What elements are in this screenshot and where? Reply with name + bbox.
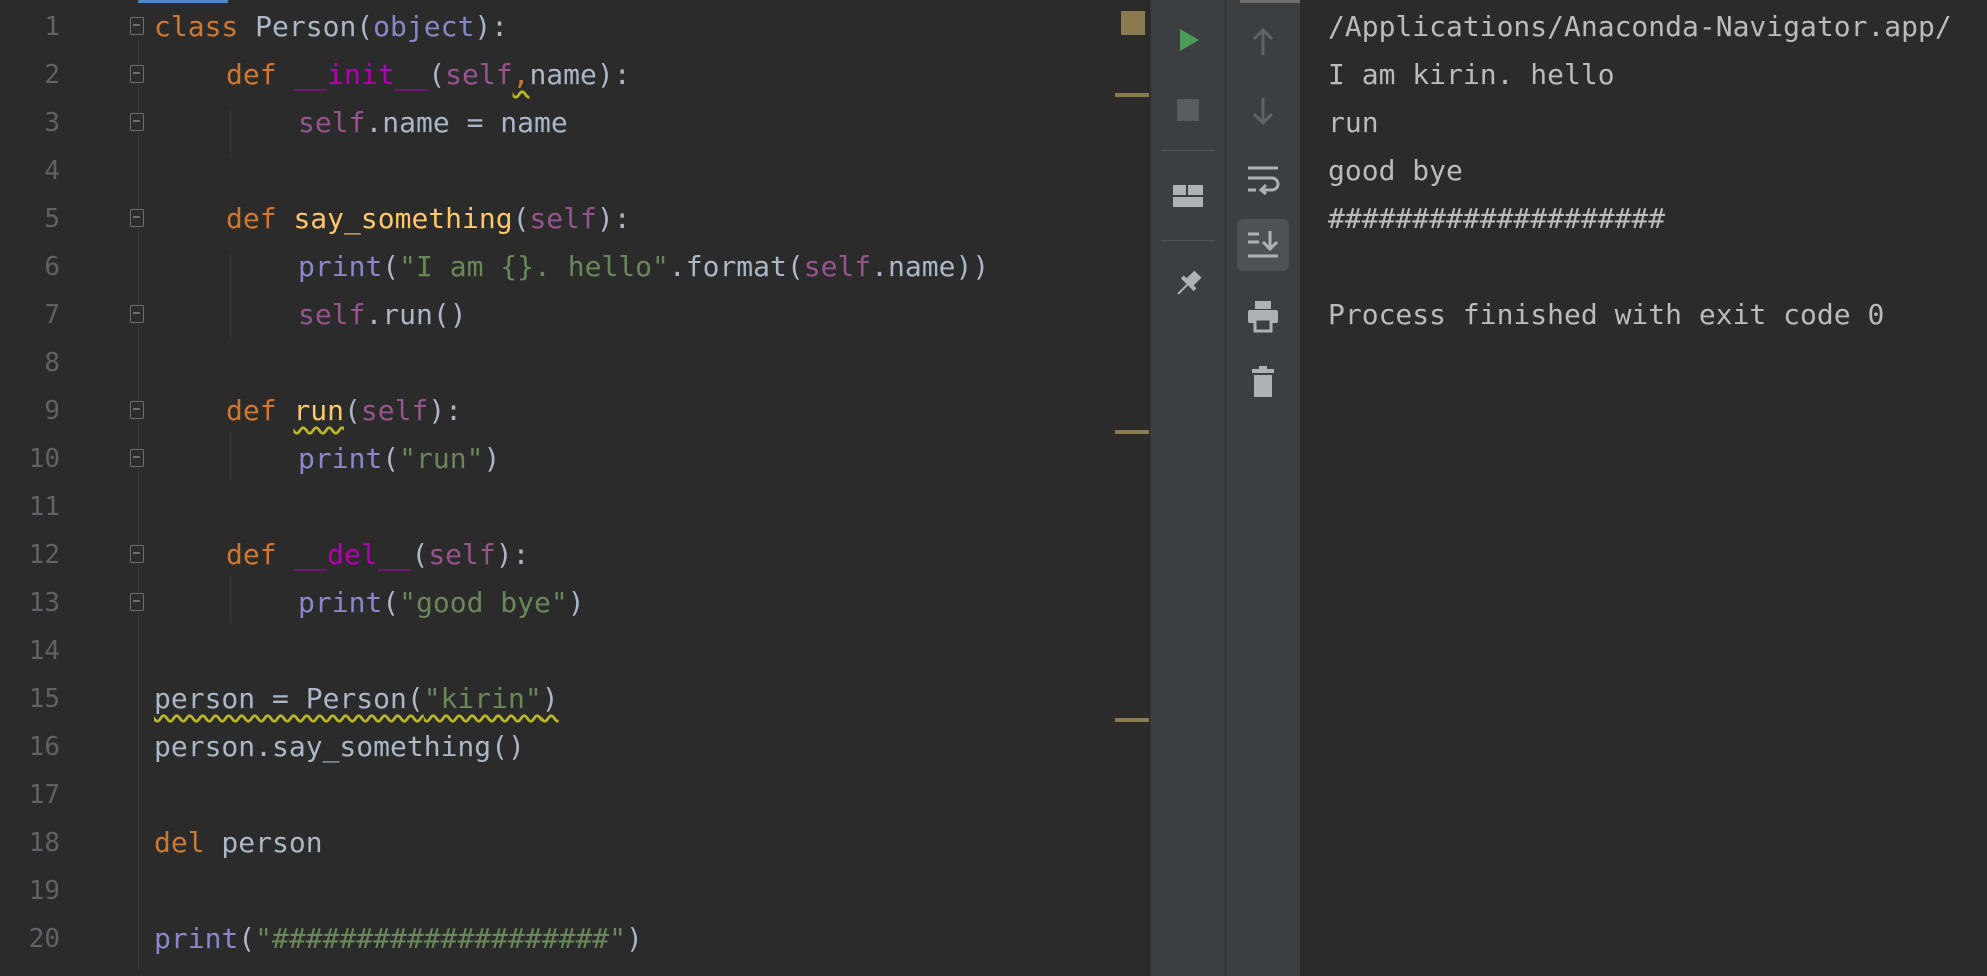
down-arrow-icon [1252, 98, 1274, 126]
code-line[interactable]: 13 print("good bye") [0, 579, 1150, 627]
previous-occurrence-button[interactable] [1237, 16, 1289, 68]
scroll-to-end-button[interactable] [1237, 219, 1289, 271]
code-line[interactable]: 1 class Person(object): [0, 3, 1150, 51]
print-button[interactable] [1237, 290, 1289, 342]
line-number: 4 [44, 156, 60, 186]
console-line: #################### [1328, 202, 1666, 235]
line-number: 14 [28, 636, 60, 666]
fold-end-icon[interactable] [130, 449, 144, 467]
code-line[interactable]: 10 print("run") [0, 435, 1150, 483]
code-line[interactable]: 11 [0, 483, 1150, 531]
code-line[interactable]: 5 def say_something(self): [0, 195, 1150, 243]
run-toolbar-secondary [1225, 0, 1300, 976]
line-number: 16 [28, 732, 60, 762]
code-line[interactable]: 7 self.run() [0, 291, 1150, 339]
line-number: 2 [44, 60, 60, 90]
line-number: 19 [28, 876, 60, 906]
fold-icon[interactable] [130, 65, 144, 83]
code-line[interactable]: 17 [0, 771, 1150, 819]
code-text: print("I am {}. hello".format(self.name)… [298, 250, 990, 283]
warning-marker[interactable] [1115, 718, 1149, 722]
code-text: def run(self): [226, 394, 463, 427]
code-text: def __del__(self): [226, 538, 530, 571]
console-line: I am kirin. hello [1328, 58, 1615, 91]
line-number: 10 [28, 444, 60, 474]
code-text: print("run") [298, 442, 501, 475]
stop-button[interactable] [1162, 84, 1214, 136]
layout-button[interactable] [1162, 170, 1214, 222]
line-number: 11 [28, 492, 60, 522]
fold-icon[interactable] [130, 401, 144, 419]
pin-icon [1177, 270, 1202, 295]
code-text: self.name = name [298, 106, 568, 139]
code-text: class Person(object): [154, 10, 509, 43]
fold-icon[interactable] [130, 209, 144, 227]
console-line: run [1328, 106, 1379, 139]
line-number: 12 [28, 540, 60, 570]
clear-all-button[interactable] [1237, 356, 1289, 408]
line-number: 6 [44, 252, 60, 282]
code-text: person = Person("kirin") [154, 682, 559, 715]
code-text: del person [154, 826, 323, 859]
toolbar-separator [1161, 150, 1215, 151]
fold-end-icon[interactable] [130, 593, 144, 611]
code-text: print("####################") [154, 922, 643, 955]
code-line[interactable]: 9 def run(self): [0, 387, 1150, 435]
scroll-to-end-icon [1248, 231, 1279, 258]
run-toolbar-primary [1150, 0, 1225, 976]
layout-icon [1173, 185, 1203, 207]
code-text: person.say_something() [154, 730, 525, 763]
code-line[interactable]: 19 [0, 867, 1150, 915]
console-line: good bye [1328, 154, 1463, 187]
console-line: /Applications/Anaconda-Navigator.app/ [1328, 10, 1952, 43]
warning-marker[interactable] [1115, 430, 1149, 434]
print-icon [1248, 301, 1278, 333]
line-number: 3 [44, 108, 60, 138]
up-arrow-icon [1252, 27, 1274, 55]
code-line[interactable]: 8 [0, 339, 1150, 387]
line-number: 20 [28, 924, 60, 954]
line-number: 15 [28, 684, 60, 714]
warning-marker[interactable] [1115, 93, 1149, 97]
console-output[interactable]: /Applications/Anaconda-Navigator.app/ I … [1300, 0, 1987, 976]
console-line: Process finished with exit code 0 [1328, 298, 1885, 331]
toolbar-separator [1161, 240, 1215, 241]
fold-end-icon[interactable] [130, 113, 144, 131]
run-icon [1180, 29, 1199, 51]
stop-icon [1177, 99, 1199, 121]
code-line[interactable]: 6 print("I am {}. hello".format(self.nam… [0, 243, 1150, 291]
line-number: 5 [44, 204, 60, 234]
code-editor[interactable]: 1 class Person(object): 2 def __init__(s… [0, 0, 1150, 976]
inspection-status-icon[interactable] [1121, 11, 1145, 35]
line-number: 9 [44, 396, 60, 426]
code-text: print("good bye") [298, 586, 585, 619]
fold-icon[interactable] [130, 17, 144, 35]
code-text: self.run() [298, 298, 467, 331]
soft-wrap-button[interactable] [1237, 153, 1289, 205]
fold-end-icon[interactable] [130, 305, 144, 323]
line-number: 18 [28, 828, 60, 858]
fold-icon[interactable] [130, 545, 144, 563]
soft-wrap-icon [1248, 166, 1280, 195]
next-occurrence-button[interactable] [1237, 85, 1289, 137]
rerun-button[interactable] [1162, 14, 1214, 66]
code-line[interactable]: 15 person = Person("kirin") [0, 675, 1150, 723]
line-number: 7 [44, 300, 60, 330]
line-number: 13 [28, 588, 60, 618]
line-number: 1 [44, 12, 60, 42]
code-line[interactable]: 14 [0, 627, 1150, 675]
pin-tab-button[interactable] [1162, 258, 1214, 310]
code-line[interactable]: 20 print("####################") [0, 915, 1150, 963]
code-text: def __init__(self,name): [226, 58, 631, 91]
code-line[interactable]: 16 person.say_something() [0, 723, 1150, 771]
trash-icon [1252, 366, 1274, 397]
code-line[interactable]: 3 self.name = name [0, 99, 1150, 147]
code-line[interactable]: 4 [0, 147, 1150, 195]
line-number: 8 [44, 348, 60, 378]
code-line[interactable]: 12 def __del__(self): [0, 531, 1150, 579]
code-line[interactable]: 18 del person [0, 819, 1150, 867]
line-number: 17 [28, 780, 60, 810]
code-text: def say_something(self): [226, 202, 631, 235]
code-line[interactable]: 2 def __init__(self,name): [0, 51, 1150, 99]
